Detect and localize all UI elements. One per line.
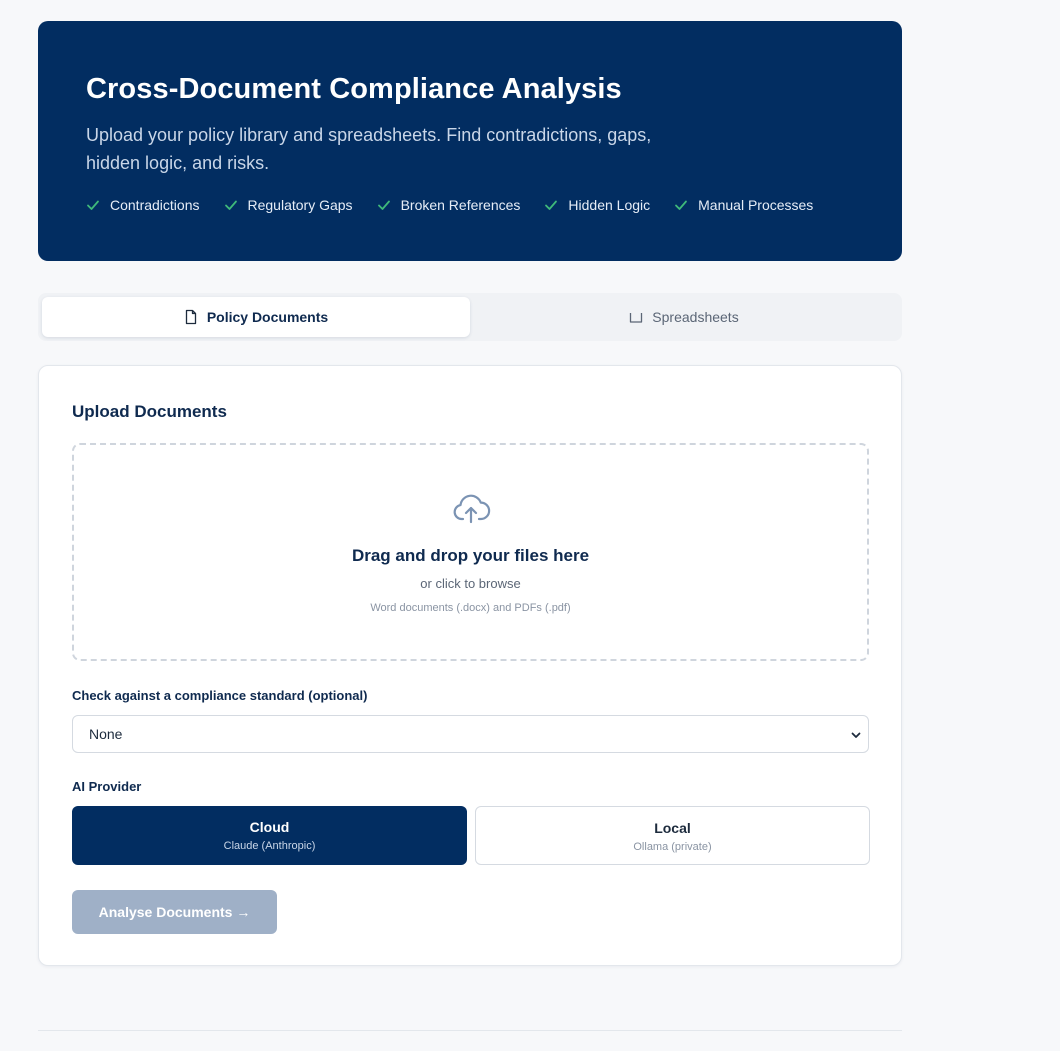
standard-select[interactable]: None xyxy=(72,715,869,753)
tab-label: Policy Documents xyxy=(206,309,329,325)
footer-divider xyxy=(38,1030,902,1031)
check-icon xyxy=(87,200,99,210)
feature-label: Broken References xyxy=(400,197,521,213)
provider-description: Ollama (private) xyxy=(633,841,712,853)
dropzone-title: Drag and drop your files here xyxy=(351,546,590,565)
check-icon xyxy=(545,200,558,210)
feature-label: Contradictions xyxy=(110,197,200,213)
provider-name: Local xyxy=(654,820,691,836)
standard-selected-value: None xyxy=(89,726,123,742)
page-title: Cross-Document Compliance Analysis xyxy=(86,73,622,105)
chevron-down-icon xyxy=(851,732,861,738)
provider-description: Claude (Anthropic) xyxy=(223,840,316,852)
provider-cloud-button[interactable]: Cloud Claude (Anthropic) xyxy=(72,806,467,865)
analyse-documents-button[interactable]: Analyse Documents → xyxy=(72,890,277,934)
file-dropzone[interactable]: Drag and drop your files here or click t… xyxy=(72,443,869,661)
spreadsheet-icon xyxy=(630,313,643,323)
standard-label: Check against a compliance standard (opt… xyxy=(72,688,368,703)
hero-subtitle: Upload your policy library and spreadshe… xyxy=(86,125,652,173)
upload-card: Upload Documents Drag and drop your file… xyxy=(38,365,902,966)
document-icon xyxy=(185,309,196,325)
tab-bar: Policy Documents Spreadsheets xyxy=(38,293,902,341)
provider-label: AI Provider xyxy=(72,779,142,794)
check-icon xyxy=(224,200,237,210)
feature-label: Hidden Logic xyxy=(568,197,651,213)
dropzone-hint: Word documents (.docx) and PDFs (.pdf) xyxy=(370,602,571,614)
cloud-upload-icon xyxy=(453,494,490,524)
provider-name: Cloud xyxy=(249,819,290,835)
feature-item: Contradictions xyxy=(86,197,200,213)
feature-label: Regulatory Gaps xyxy=(247,197,353,213)
feature-label: Manual Processes xyxy=(698,197,814,213)
provider-local-button[interactable]: Local Ollama (private) xyxy=(475,806,870,865)
upload-title: Upload Documents xyxy=(72,402,227,421)
tab-label: Spreadsheets xyxy=(652,309,739,325)
tab-spreadsheets[interactable]: Spreadsheets xyxy=(470,297,898,337)
check-icon xyxy=(675,200,688,210)
check-icon xyxy=(377,200,390,210)
feature-list: Contradictions Regulatory Gaps Broken Re… xyxy=(86,197,854,213)
hero-banner: Cross-Document Compliance Analysis Uploa… xyxy=(38,21,902,261)
tab-policy-documents[interactable]: Policy Documents xyxy=(42,297,470,337)
feature-item: Manual Processes xyxy=(674,197,813,213)
dropzone-subtitle: or click to browse xyxy=(420,576,521,591)
page: Cross-Document Compliance Analysis Uploa… xyxy=(0,0,1060,1051)
feature-item: Broken References xyxy=(377,197,521,213)
feature-item: Hidden Logic xyxy=(544,197,650,213)
feature-item: Regulatory Gaps xyxy=(224,197,353,213)
